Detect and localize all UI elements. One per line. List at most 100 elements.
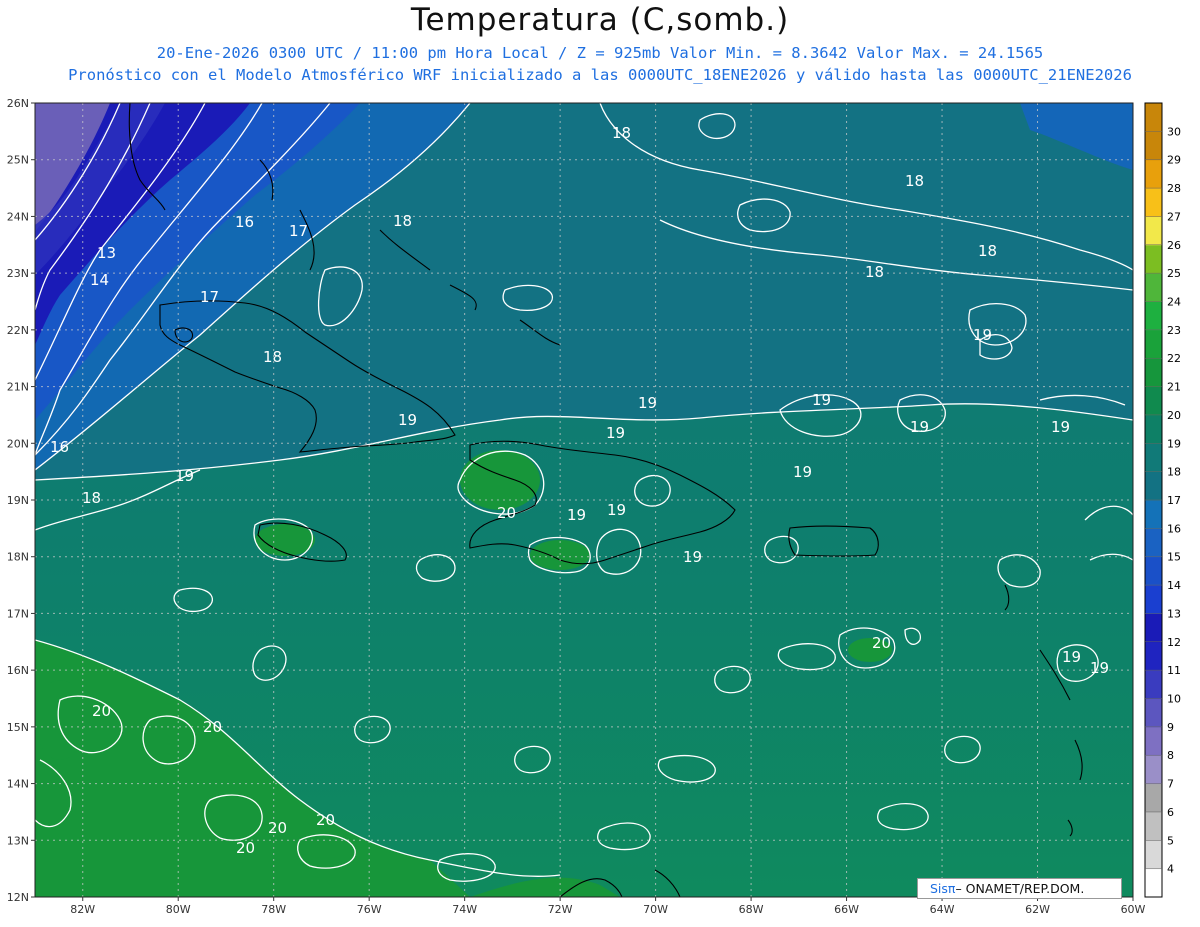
y-tick-label: 23N — [7, 267, 29, 280]
colorbar-label: 16 — [1167, 522, 1181, 535]
contour-label: 19 — [1090, 659, 1109, 677]
colorbar-swatch — [1145, 471, 1162, 501]
contour-label: 19 — [910, 418, 929, 436]
colorbar-swatch — [1145, 443, 1162, 473]
contour-label: 20 — [203, 718, 222, 736]
contour-label: 20 — [92, 702, 111, 720]
colorbar-label: 20 — [1167, 409, 1181, 422]
colorbar-swatch — [1145, 613, 1162, 643]
colorbar-legend: 4 5 6 7 8 9 10 11 12 13 14 15 16 17 18 19 20 21 22 23 24 25 26… — [1144, 102, 1181, 898]
colorbar-label: 5 — [1167, 834, 1174, 847]
colorbar-label: 13 — [1167, 607, 1181, 620]
contour-label: 19 — [812, 391, 831, 409]
colorbar-swatch — [1145, 131, 1162, 161]
x-tick-label: 68W — [739, 903, 764, 916]
colorbar-label: 22 — [1167, 352, 1181, 365]
contour-label: 19 — [1062, 648, 1081, 666]
x-tick-label: 78W — [261, 903, 286, 916]
contour-label: 18 — [905, 172, 924, 190]
sispi-brand: Sisπ — [930, 881, 956, 896]
contour-label: 20 — [872, 634, 891, 652]
contour-label: 18 — [82, 489, 101, 507]
colorbar-swatch — [1145, 188, 1162, 217]
contour-label: 20 — [268, 819, 287, 837]
y-tick-label: 22N — [7, 324, 29, 337]
colorbar-label: 30 — [1167, 125, 1181, 138]
contour-label: 19 — [1051, 418, 1070, 436]
colorbar-label: 7 — [1167, 778, 1174, 791]
colorbar-swatch — [1145, 528, 1162, 558]
contour-label: 18 — [612, 124, 631, 142]
y-tick-label: 25N — [7, 154, 29, 167]
colorbar-label: 18 — [1167, 466, 1181, 479]
map-area: 18 18 18 18 18 17 16 13 14 17 18 19 19 1… — [35, 103, 1133, 897]
contour-label: 20 — [316, 811, 335, 829]
y-tick-label: 24N — [7, 210, 29, 223]
y-tick-label: 18N — [7, 551, 29, 564]
x-tick-label: 80W — [166, 903, 191, 916]
x-tick-label: 66W — [834, 903, 859, 916]
contour-label: 20 — [236, 839, 255, 857]
contour-label: 19 — [606, 424, 625, 442]
contour-label: 19 — [973, 326, 992, 344]
colorbar-label: 25 — [1167, 267, 1181, 280]
x-tick-label: 72W — [548, 903, 573, 916]
colorbar-swatch — [1145, 244, 1162, 274]
colorbar-swatch — [1145, 556, 1162, 586]
colorbar-swatch — [1145, 641, 1162, 671]
y-tick-label: 13N — [7, 834, 29, 847]
colorbar-swatch — [1145, 103, 1162, 132]
colorbar-label: 12 — [1167, 636, 1181, 649]
warm-patch-haiti — [460, 450, 540, 510]
contour-label: 20 — [497, 504, 516, 522]
y-tick-label: 17N — [7, 607, 29, 620]
contour-label: 13 — [97, 244, 116, 262]
colorbar-swatch — [1145, 726, 1162, 756]
x-tick-label: 60W — [1121, 903, 1146, 916]
contour-label: 18 — [978, 242, 997, 260]
colorbar-swatch — [1145, 585, 1162, 614]
y-tick-label: 16N — [7, 664, 29, 677]
y-tick-label: 19N — [7, 494, 29, 507]
credit-text: – ONAMET/REP.DOM. — [955, 881, 1085, 896]
contour-label: 18 — [263, 348, 282, 366]
colorbar-swatch — [1145, 414, 1162, 444]
colorbar-label: 29 — [1167, 154, 1181, 167]
y-tick-label: 12N — [7, 891, 29, 904]
x-tick-label: 64W — [930, 903, 955, 916]
y-tick-label: 14N — [7, 778, 29, 791]
contour-label: 19 — [638, 394, 657, 412]
contour-label: 19 — [398, 411, 417, 429]
colorbar-swatch — [1145, 301, 1162, 331]
colorbar-label: 26 — [1167, 239, 1181, 252]
y-tick-label: 21N — [7, 381, 29, 394]
contour-label: 19 — [793, 463, 812, 481]
y-tick-label: 20N — [7, 437, 29, 450]
colorbar-label: 17 — [1167, 494, 1181, 507]
colorbar-swatch — [1145, 386, 1162, 416]
colorbar-swatch — [1145, 755, 1162, 785]
colorbar-swatch — [1145, 500, 1162, 529]
colorbar-swatch — [1145, 868, 1162, 898]
y-tick-label: 26N — [7, 97, 29, 110]
contour-label: 18 — [865, 263, 884, 281]
colorbar-label: 4 — [1167, 863, 1174, 876]
contour-label: 17 — [289, 222, 308, 240]
colorbar-label: 27 — [1167, 210, 1181, 223]
colorbar-swatch — [1145, 811, 1162, 841]
contour-label: 19 — [683, 548, 702, 566]
x-tick-label: 70W — [643, 903, 668, 916]
colorbar-label: 9 — [1167, 721, 1174, 734]
colorbar-label: 21 — [1167, 381, 1181, 394]
contour-label: 19 — [567, 506, 586, 524]
x-tick-label: 62W — [1025, 903, 1050, 916]
contour-label: 17 — [200, 288, 219, 306]
contour-label: 18 — [393, 212, 412, 230]
colorbar-swatch — [1145, 216, 1162, 246]
x-tick-label: 82W — [70, 903, 95, 916]
contour-label: 19 — [607, 501, 626, 519]
contour-label: 16 — [50, 438, 69, 456]
colorbar-swatch — [1145, 698, 1162, 728]
colorbar-swatch — [1145, 159, 1162, 189]
colorbar-swatch — [1145, 329, 1162, 359]
